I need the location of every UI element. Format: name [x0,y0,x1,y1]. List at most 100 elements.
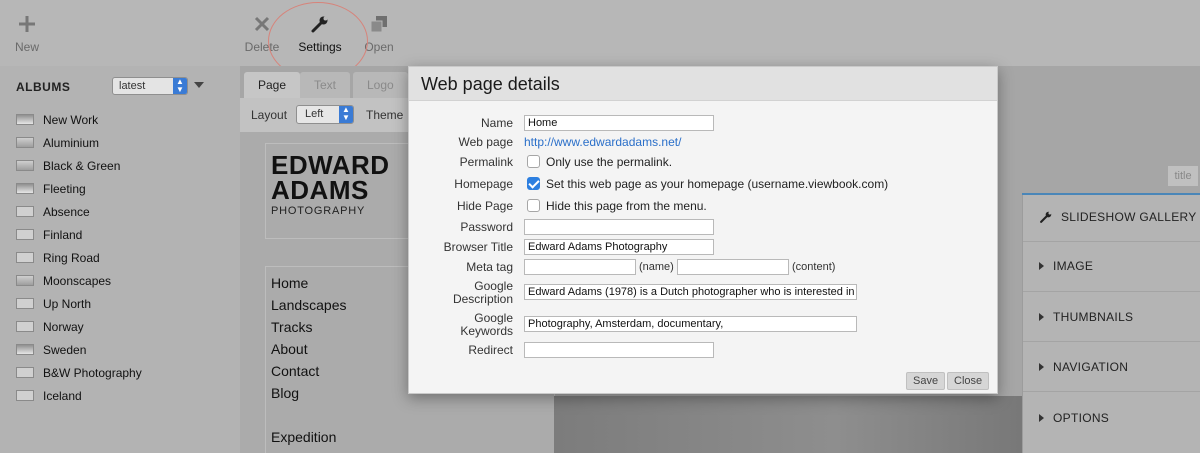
panel-item-slideshow-gallery[interactable]: SLIDESHOW GALLERY [1039,210,1197,224]
chevron-right-icon [1039,313,1044,321]
sidebar-item-iceland[interactable]: Iceland [16,384,142,407]
logo-block[interactable]: EDWARD ADAMS PHOTOGRAPHY [265,143,410,239]
settings-panel: SLIDESHOW GALLERY IMAGE THUMBNAILS NAVIG… [1022,195,1200,453]
album-label: Fleeting [43,181,86,196]
permalink-label: Permalink [459,155,513,169]
name-field[interactable]: Home [524,115,714,131]
panel-item-options[interactable]: OPTIONS [1039,411,1109,425]
hide-page-checkbox[interactable] [527,199,540,212]
homepage-label: Homepage [454,177,513,191]
album-thumbnail-icon [16,160,34,171]
browser-title-field[interactable]: Edward Adams Photography [524,239,714,255]
sidebar-item-new-work[interactable]: New Work [16,108,142,131]
album-list: New Work Aluminium Black & Green Fleetin… [16,108,142,407]
redirect-label: Redirect [468,343,513,357]
google-description-field[interactable]: Edward Adams (1978) is a Dutch photograp… [524,284,857,300]
panel-item-label: IMAGE [1053,259,1094,273]
menu-item-landscapes[interactable]: Landscapes [271,297,347,313]
theme-label[interactable]: Theme [366,108,403,122]
homepage-checkbox[interactable] [527,177,540,190]
redirect-field[interactable] [524,342,714,358]
album-thumbnail-icon [16,321,34,332]
dialog-header: Web page details [409,67,997,101]
name-label: Name [480,116,513,130]
album-label: Absence [43,204,90,219]
homepage-option-text: Set this web page as your homepage (user… [546,177,889,191]
google-description-label-2: Description [452,292,513,306]
toolbar: New Delete Settings Open [0,0,1200,66]
google-description-label-1: Google [474,279,513,293]
panel-item-label: NAVIGATION [1053,360,1129,374]
sidebar-item-absence[interactable]: Absence [16,200,142,223]
divider [1023,291,1200,292]
updown-icon: ▲ ▼ [173,78,187,94]
album-thumbnail-icon [16,367,34,378]
album-thumbnail-icon [16,390,34,401]
menu-item-expedition[interactable]: Expedition [271,429,336,445]
tab-page[interactable]: Page [244,72,301,98]
hide-page-label: Hide Page [456,199,513,213]
divider [1023,391,1200,392]
menu-item-contact[interactable]: Contact [271,363,319,379]
meta-content-note: (content) [792,261,836,273]
new-button[interactable]: New [0,14,57,54]
album-thumbnail-icon [16,252,34,263]
sidebar-item-up-north[interactable]: Up North [16,292,142,315]
tab-logo[interactable]: Logo [353,72,408,98]
panel-item-image[interactable]: IMAGE [1039,259,1093,273]
meta-name-field[interactable] [524,259,636,275]
menu-item-blog[interactable]: Blog [271,385,299,401]
albums-heading: ALBUMS [16,80,71,94]
menu-item-home[interactable]: Home [271,275,308,291]
album-thumbnail-icon [16,137,34,148]
google-keywords-field[interactable]: Photography, Amsterdam, documentary, [524,316,857,332]
album-sort-select[interactable]: latest ▲ ▼ [112,77,188,95]
password-field[interactable] [524,219,714,235]
sidebar-item-finland[interactable]: Finland [16,223,142,246]
album-label: Finland [43,227,83,242]
album-label: Black & Green [43,158,121,173]
close-button[interactable]: Close [947,372,990,390]
web-page-details-dialog: Web page details Name Home Web page http… [408,66,998,394]
panel-item-thumbnails[interactable]: THUMBNAILS [1039,310,1133,324]
menu-item-tracks[interactable]: Tracks [271,319,312,335]
new-label: New [14,40,39,54]
password-label: Password [460,220,513,234]
album-label: Sweden [43,342,87,357]
plus-icon [19,16,35,32]
sidebar-item-norway[interactable]: Norway [16,315,142,338]
divider [1023,341,1200,342]
chevron-down-icon[interactable] [194,82,204,88]
sidebar-item-fleeting[interactable]: Fleeting [16,177,142,200]
album-thumbnail-icon [16,344,34,355]
layout-select[interactable]: Left ▲ ▼ [296,105,354,124]
sidebar-item-aluminium[interactable]: Aluminium [16,131,142,154]
permalink-checkbox[interactable] [527,155,540,168]
meta-content-field[interactable] [677,259,789,275]
menu-item-about[interactable]: About [271,341,308,357]
google-keywords-label-2: Keywords [460,324,513,338]
sidebar-item-ring-road[interactable]: Ring Road [16,246,142,269]
album-sort-value: latest [119,80,146,92]
windows-icon [370,16,387,33]
layout-toolbar: Layout Left ▲ ▼ Theme [240,98,410,132]
meta-name-note: (name) [639,261,674,273]
tab-text[interactable]: Text [300,72,351,98]
album-label: Up North [43,296,92,311]
panel-item-label: THUMBNAILS [1053,310,1134,324]
sidebar-item-bw-photography[interactable]: B&W Photography [16,361,142,384]
web-page-link[interactable]: http://www.edwardadams.net/ [524,135,681,149]
album-thumbnail-icon [16,206,34,217]
sidebar-item-black-green[interactable]: Black & Green [16,154,142,177]
album-label: Aluminium [43,135,100,150]
title-field[interactable]: title [1168,166,1198,186]
panel-item-navigation[interactable]: NAVIGATION [1039,360,1128,374]
sidebar-item-sweden[interactable]: Sweden [16,338,142,361]
album-thumbnail-icon [16,275,34,286]
album-thumbnail-icon [16,183,34,194]
wrench-icon [1040,211,1052,223]
save-button[interactable]: Save [906,372,946,390]
divider [1023,241,1200,242]
sidebar-item-moonscapes[interactable]: Moonscapes [16,269,142,292]
chevron-right-icon [1039,262,1044,270]
